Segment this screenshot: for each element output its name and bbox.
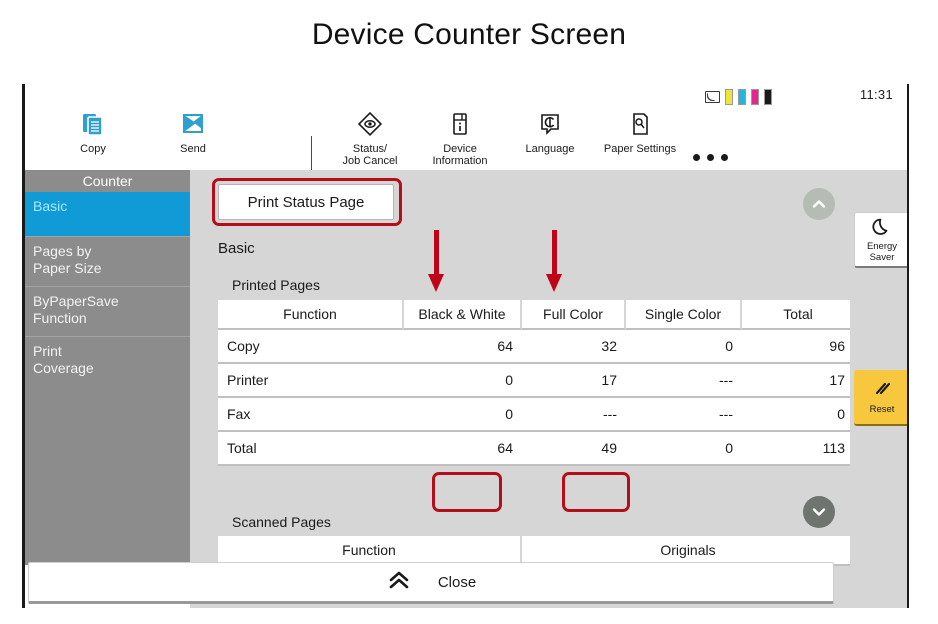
cell-single-color: 0: [626, 330, 742, 364]
function-status-job-cancel[interactable]: Status/ Job Cancel: [328, 110, 412, 167]
chevron-up-icon: [812, 200, 826, 208]
cell-function: Total: [218, 432, 404, 466]
printed-pages-label: Printed Pages: [232, 277, 320, 293]
toner-status-group: [705, 89, 772, 105]
cell-full-color: 32: [522, 330, 626, 364]
paper-settings-icon: [598, 110, 682, 140]
chevron-down-icon: [812, 508, 826, 516]
toner-magenta: [751, 89, 759, 105]
reset-slashes-icon: [871, 379, 893, 401]
sidebar-item-bypapersave-function[interactable]: ByPaperSave Function: [25, 286, 190, 336]
scanned-pages-label: Scanned Pages: [232, 514, 331, 530]
energy-saver-label: Energy Saver: [866, 241, 898, 263]
cell-black-and-white: 64: [404, 330, 522, 364]
cell-total: 17: [742, 364, 850, 398]
sidebar-header: Counter: [82, 173, 133, 189]
function-copy[interactable]: Copy: [51, 110, 135, 155]
screenshot-root: Device Counter Screen 11:31 Copy Send St…: [0, 0, 938, 624]
close-bar[interactable]: Close: [28, 562, 834, 604]
cell-black-and-white: 64: [404, 432, 522, 466]
cell-function: Copy: [218, 330, 404, 364]
cell-full-color: ---: [522, 398, 626, 432]
cell-total: 0: [742, 398, 850, 432]
col-black-and-white: Black & White: [404, 300, 522, 330]
cell-full-color: 17: [522, 364, 626, 398]
cell-function: Printer: [218, 364, 404, 398]
cell-total: 96: [742, 330, 850, 364]
sidebar-item-pages-by-paper-size[interactable]: Pages by Paper Size: [25, 236, 190, 286]
status-bar: 11:31: [25, 84, 907, 108]
function-send-label: Send: [180, 143, 206, 155]
col-single-color: Single Color: [626, 300, 742, 330]
cell-single-color: 0: [626, 432, 742, 466]
energy-saver-button[interactable]: Energy Saver: [854, 212, 907, 268]
page-title: Device Counter Screen: [311, 18, 627, 51]
reset-label: Reset: [869, 404, 895, 415]
table-row[interactable]: Fax 0 --- --- 0: [218, 398, 850, 432]
more-options-dots-icon[interactable]: [693, 154, 728, 161]
status-job-cancel-icon: [328, 110, 412, 140]
table-header-row: Function Black & White Full Color Single…: [218, 300, 850, 330]
counter-content: Print Status Page Basic Printed Pages Fu…: [190, 170, 850, 608]
cell-black-and-white: 0: [404, 398, 522, 432]
function-copy-label: Copy: [80, 143, 106, 155]
function-language[interactable]: Language: [508, 110, 592, 155]
double-chevron-up-icon: [386, 569, 412, 595]
device-panel: 11:31 Copy Send Status/ Job Cancel Devic…: [22, 84, 909, 608]
table-row[interactable]: Printer 0 17 --- 17: [218, 364, 850, 398]
function-device-information[interactable]: Device Information: [418, 110, 502, 167]
body-area: Counter Basic Pages by Paper Size ByPape…: [25, 170, 907, 608]
close-label: Close: [437, 573, 477, 591]
function-device-info-label: Device Information: [432, 143, 488, 167]
col-total: Total: [742, 300, 850, 330]
toner-black: [764, 89, 772, 105]
basic-section-label: Basic: [218, 240, 255, 257]
toolbar-divider: [311, 136, 312, 174]
table-row-total[interactable]: Total 64 49 0 113: [218, 432, 850, 466]
right-rail: Energy Saver Reset: [850, 170, 907, 608]
scroll-down-button[interactable]: [803, 496, 835, 528]
col-full-color: Full Color: [522, 300, 626, 330]
device-information-icon: [418, 110, 502, 140]
counter-sidebar: Counter Basic Pages by Paper Size ByPape…: [25, 170, 190, 565]
cell-single-color: ---: [626, 398, 742, 432]
cell-single-color: ---: [626, 364, 742, 398]
clock: 11:31: [859, 87, 893, 102]
function-bar: Copy Send Status/ Job Cancel Device Info…: [25, 108, 907, 174]
toner-cyan: [738, 89, 746, 105]
table-row[interactable]: Copy 64 32 0 96: [218, 330, 850, 364]
sidebar-item-print-coverage[interactable]: Print Coverage: [25, 336, 190, 386]
function-send[interactable]: Send: [151, 110, 235, 155]
cell-function: Fax: [218, 398, 404, 432]
moon-icon: [871, 216, 893, 238]
cell-total: 113: [742, 432, 850, 466]
language-icon: [508, 110, 592, 140]
sidebar-item-basic[interactable]: Basic: [25, 192, 190, 236]
function-status-label: Status/ Job Cancel: [342, 143, 398, 167]
print-status-page-button[interactable]: Print Status Page: [218, 184, 394, 220]
reset-button[interactable]: Reset: [854, 370, 907, 426]
printed-pages-table: Function Black & White Full Color Single…: [218, 300, 850, 466]
cell-full-color: 49: [522, 432, 626, 466]
highlight-total-full-color: [562, 472, 630, 512]
cell-black-and-white: 0: [404, 364, 522, 398]
col-function: Function: [218, 300, 404, 330]
function-paper-settings[interactable]: Paper Settings: [598, 110, 682, 155]
send-icon: [151, 110, 235, 140]
highlight-total-black-and-white: [432, 472, 502, 512]
function-language-label: Language: [525, 143, 575, 155]
function-paper-settings-label: Paper Settings: [603, 143, 677, 155]
cast-screen-icon[interactable]: [705, 91, 720, 103]
toner-yellow: [725, 89, 733, 105]
scroll-up-button[interactable]: [803, 188, 835, 220]
copy-icon: [51, 110, 135, 140]
